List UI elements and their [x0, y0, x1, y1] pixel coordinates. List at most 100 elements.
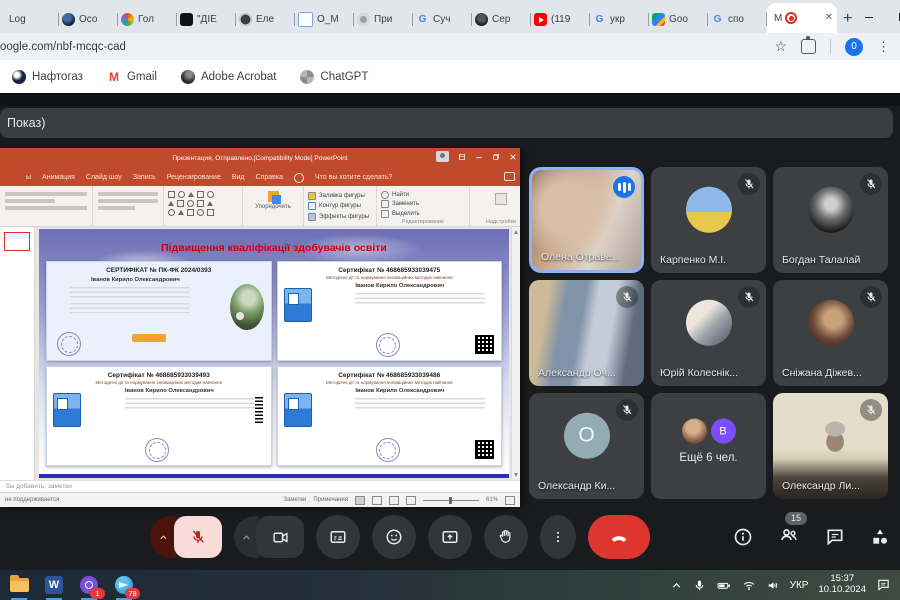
end-call-button[interactable] [588, 515, 650, 559]
ribbon-tab-animation[interactable]: Анимация [42, 174, 75, 181]
more-options-button[interactable] [540, 515, 576, 559]
participant-count-badge: 15 [785, 512, 807, 525]
people-panel-icon[interactable] [778, 525, 800, 545]
find-button[interactable]: Найти [381, 191, 465, 199]
bookmark-chatgpt[interactable]: ChatGPT [300, 70, 368, 84]
browser-tab[interactable]: "ДІЕ [177, 6, 236, 33]
browser-menu-icon[interactable]: ⋮ [877, 39, 890, 55]
meeting-details-icon[interactable] [733, 527, 753, 547]
action-center-icon[interactable] [876, 578, 891, 592]
browser-tab[interactable]: Еле [236, 6, 295, 33]
normal-view-icon[interactable] [355, 496, 365, 505]
ppt-scrollbar[interactable] [511, 227, 520, 480]
addins-icon[interactable] [495, 193, 507, 205]
zoom-slider[interactable] [423, 500, 479, 501]
browser-tab[interactable]: Goo [649, 6, 708, 33]
ppt-comment-icon[interactable] [504, 172, 515, 181]
ribbon-tab-slideshow[interactable]: Слайд шоу [86, 174, 122, 181]
reactions-button[interactable] [372, 515, 416, 559]
mic-options-chevron[interactable] [150, 516, 177, 558]
battery-icon[interactable] [716, 579, 732, 592]
slide-thumbnail-panel[interactable] [0, 227, 35, 480]
browser-tab[interactable]: Осо [59, 6, 118, 33]
browser-tab[interactable]: Log [0, 6, 59, 33]
ribbon-tab-view[interactable]: Вид [232, 174, 245, 181]
activities-icon[interactable] [870, 527, 890, 547]
ribbon-tab-record[interactable]: Запись [133, 174, 156, 181]
ppt-account-icon[interactable] [436, 151, 449, 162]
shape-effects-button[interactable]: Эффекты фигуры [308, 213, 372, 221]
slide-thumbnail[interactable] [4, 232, 30, 251]
tab-close-icon[interactable]: ✕ [824, 12, 834, 24]
meet-stage: Показ) Презентация, Отправлено,[Compatib… [0, 93, 900, 570]
browser-tab[interactable]: Гол [118, 6, 177, 33]
browser-tab[interactable]: Gукр [590, 6, 649, 33]
tray-mic-icon[interactable] [693, 579, 706, 592]
camera-button[interactable] [256, 516, 304, 558]
bookmark-adobe[interactable]: Adobe Acrobat [181, 70, 276, 84]
shape-outline-button[interactable]: Контур фигуры [308, 202, 372, 210]
browser-tab[interactable]: Сер [472, 6, 531, 33]
volume-icon[interactable] [766, 579, 780, 592]
tell-me-box[interactable]: Что вы хотите сделать? [315, 174, 392, 181]
language-indicator[interactable]: УКР [790, 580, 809, 591]
ppt-close-icon[interactable] [509, 153, 517, 161]
ribbon-shapes-gallery[interactable] [164, 186, 243, 226]
captions-button[interactable] [316, 515, 360, 559]
ppt-ribbon-options-icon[interactable] [458, 153, 466, 161]
zoom-level[interactable]: 61% [486, 497, 498, 503]
url-text[interactable]: oogle.com/nbf-mcqc-cad [0, 41, 126, 53]
active-tab-meet[interactable]: М ✕ [767, 3, 837, 33]
overflow-tile[interactable]: В Ещё 6 чел. [651, 393, 766, 499]
minimize-button[interactable] [852, 0, 886, 33]
slide-sorter-icon[interactable] [372, 496, 382, 505]
bookmark-star-icon[interactable]: ☆ [774, 38, 787, 55]
reading-view-icon[interactable] [389, 496, 399, 505]
participant-tile[interactable]: Юрій Колеснік... [651, 280, 766, 386]
taskbar-clock[interactable]: 15:37 10.10.2024 [818, 574, 866, 596]
comments-toggle[interactable]: Примечания [313, 497, 348, 503]
raise-hand-button[interactable] [484, 515, 528, 559]
participant-tile-video[interactable]: Олександр Ли... [773, 393, 888, 499]
ppt-restore-icon[interactable] [492, 153, 500, 161]
wifi-icon[interactable] [742, 579, 756, 592]
favicon [62, 13, 75, 26]
hidden-icons-chevron[interactable] [670, 579, 683, 592]
present-button[interactable] [428, 515, 472, 559]
participant-tile[interactable]: Сніжана Діжев... [773, 280, 888, 386]
participant-tile[interactable]: О Олександр Ки... [529, 393, 644, 499]
ribbon-tab[interactable]: ы [26, 174, 31, 181]
participant-tile-speaking[interactable]: Олена Отраве... [529, 167, 644, 273]
browser-tab[interactable]: (119 [531, 6, 590, 33]
ribbon-arrange-button[interactable]: Упорядочить [243, 186, 304, 226]
browser-tab[interactable]: При [354, 6, 413, 33]
shape-fill-button[interactable]: Заливка фигуры [308, 192, 372, 200]
participant-tile[interactable]: Богдан Талалай [773, 167, 888, 273]
replace-button[interactable]: Заменить [381, 200, 465, 208]
browser-tab[interactable]: GСуч [413, 6, 472, 33]
chat-panel-icon[interactable] [825, 527, 845, 547]
notes-toggle[interactable]: Заметки [283, 497, 306, 503]
taskbar-viber[interactable]: 1 [79, 575, 99, 595]
browser-tab[interactable]: О_М [295, 6, 354, 33]
taskbar-telegram[interactable]: 78 [114, 575, 134, 595]
ribbon-tab-review[interactable]: Рецензирование [167, 174, 221, 181]
participant-tile-video[interactable]: Александр Оч... [529, 280, 644, 386]
ppt-notes-area[interactable]: бы добавить, заметки [0, 480, 520, 492]
new-tab-button[interactable]: + [843, 7, 852, 31]
slideshow-icon[interactable] [406, 496, 416, 505]
browser-tab[interactable]: Gспо [708, 6, 767, 33]
extensions-icon[interactable] [801, 39, 816, 54]
ribbon-tab-help[interactable]: Справка [256, 174, 283, 181]
taskbar-file-explorer[interactable] [9, 575, 29, 595]
mic-muted-button[interactable] [174, 516, 222, 558]
select-button[interactable]: Выделить [381, 210, 465, 218]
participant-tile[interactable]: Карпенко М.І. [651, 167, 766, 273]
profile-avatar[interactable]: 0 [845, 38, 863, 56]
bookmark-gmail[interactable]: MGmail [107, 70, 157, 84]
maximize-button[interactable] [886, 0, 900, 33]
ppt-minimize-icon[interactable] [475, 153, 483, 161]
fit-slide-icon[interactable] [505, 496, 515, 505]
taskbar-word[interactable]: W [44, 575, 64, 595]
bookmark-naftogaz[interactable]: Нафтогаз [12, 70, 83, 84]
